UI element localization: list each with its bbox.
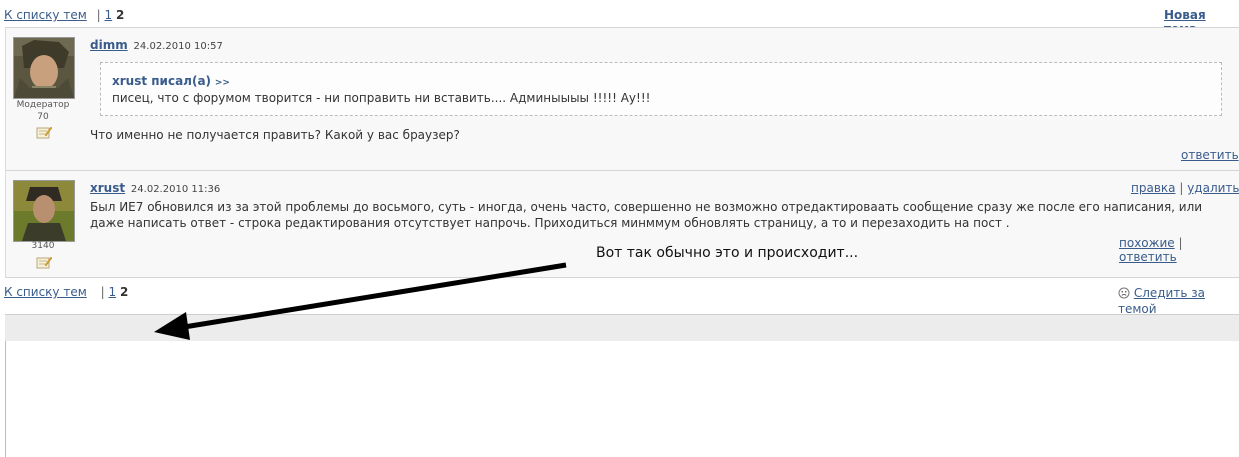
quote-author: xrust писал(а) [112,74,212,88]
nav-separator: | [100,285,105,299]
page-1-link[interactable]: 1 [108,285,116,299]
current-page: 2 [115,8,125,22]
quote-text: писец, что с форумом творится - ни попра… [112,91,651,105]
current-page: 2 [119,285,129,299]
post-actions-top: правка | удалить [1131,181,1239,195]
delete-link[interactable]: удалить [1187,181,1239,195]
reply-toolbar-bar [5,314,1239,342]
post-dimm: Модератор 70 dimm 24.02.2010 10:57 xrust… [5,27,1239,171]
quote-header: xrust писал(а) >> [112,74,230,88]
reply-link[interactable]: ответить [1119,250,1177,264]
post-header: dimm 24.02.2010 10:57 [90,38,223,52]
back-to-topics-link[interactable]: К списку тем [4,8,87,22]
quote-source-link[interactable]: >> [215,78,230,88]
similar-link[interactable]: похожие [1119,236,1175,250]
follow-topic[interactable]: Следить за темой [1118,286,1239,316]
empty-reply-area[interactable] [5,341,1239,457]
top-nav: К списку тем | 1 2 [4,8,124,22]
action-separator: | [1178,236,1183,250]
post-xrust: 3140 xrust 24.02.2010 11:36 правка | уда… [5,170,1239,278]
quote-block: xrust писал(а) >> писец, что с форумом т… [100,62,1222,116]
action-separator: | [1179,181,1184,195]
post-author[interactable]: xrust [90,181,125,195]
edit-link[interactable]: правка [1131,181,1176,195]
annotation-text: Вот так обычно это и происходит... [596,245,859,261]
post-date: 24.02.2010 10:57 [133,41,223,52]
smiley-icon [1118,287,1130,302]
edit-pm-icon[interactable] [36,125,53,139]
page-1-link[interactable]: 1 [104,8,112,22]
reply-link[interactable]: ответить [1181,148,1239,162]
post-text: Что именно не получается править? Какой … [90,128,460,142]
avatar [13,180,75,242]
bottom-nav: К списку тем | 1 2 [4,285,128,299]
nav-separator: | [96,8,101,22]
user-rank: Модератор [16,100,70,110]
post-header: xrust 24.02.2010 11:36 [90,181,220,195]
follow-topic-link[interactable]: Следить за темой [1118,286,1205,316]
edit-pm-icon[interactable] [36,255,53,269]
post-date: 24.02.2010 11:36 [130,184,221,195]
back-to-topics-link[interactable]: К списку тем [4,285,87,299]
avatar [13,37,75,99]
post-author[interactable]: dimm [90,38,128,52]
post-text: Был ИЕ7 обновился из за этой проблемы до… [90,200,1203,230]
post-count: 3140 [31,241,55,251]
post-actions-bottom: похожие | ответить [1119,236,1239,264]
post-count: 70 [37,112,49,122]
